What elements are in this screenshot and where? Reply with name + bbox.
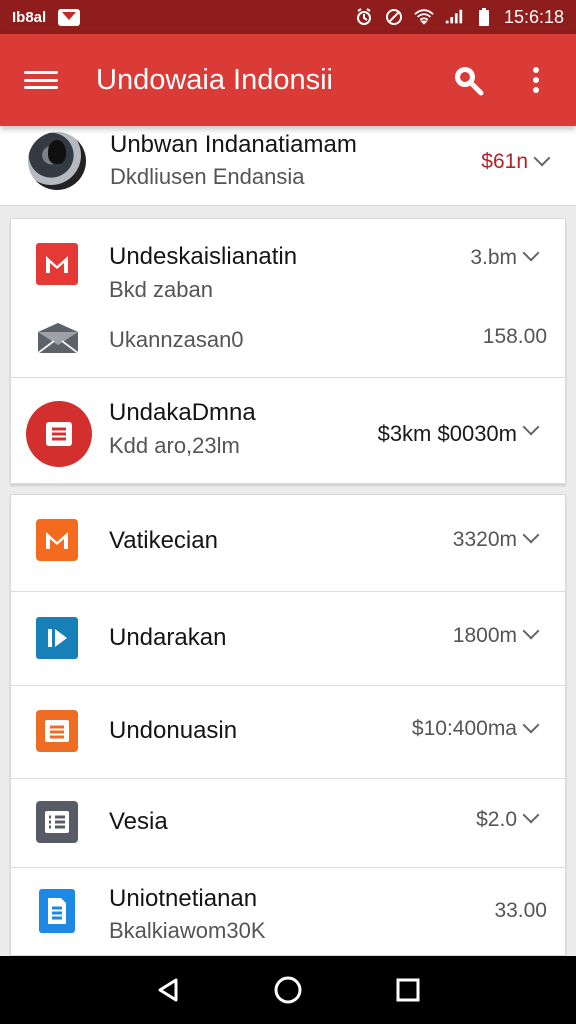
transaction-title: Undeskaislianatin	[109, 243, 298, 270]
do-not-disturb-icon	[384, 7, 404, 27]
account-title: Unbwan Indanatiamam	[110, 131, 357, 158]
gmail-icon	[36, 243, 78, 285]
chevron-down-icon[interactable]	[522, 418, 540, 436]
transaction-title: Undonuasin	[109, 717, 238, 744]
mail-icon	[36, 321, 80, 357]
transaction-amount: $10:400ma	[411, 717, 517, 740]
home-icon[interactable]	[259, 961, 317, 1019]
chevron-down-icon[interactable]	[522, 806, 540, 824]
document-blue-icon	[39, 889, 75, 933]
chevron-down-icon[interactable]	[522, 716, 540, 734]
carrier-label: Ib8al	[12, 8, 47, 26]
transaction-title: UndakaDmna	[109, 399, 256, 426]
transaction-amount: 33.00	[494, 899, 547, 922]
transaction-amount: 158.00	[482, 325, 547, 348]
transaction-title: Uniotnetianan	[109, 885, 258, 912]
clock: 15:6:18	[503, 6, 564, 27]
more-options-icon[interactable]	[514, 58, 558, 102]
transaction-title: Undarakan	[109, 624, 227, 651]
back-icon[interactable]	[139, 961, 197, 1019]
app-title: Undowaia Indonsii	[96, 63, 333, 96]
transaction-amount: 1800m	[452, 624, 517, 647]
account-subtitle: Dkdliusen Endansia	[110, 164, 305, 189]
chevron-down-icon[interactable]	[522, 244, 540, 262]
account-summary-row[interactable]: Unbwan Indanatiamam Dkdliusen Endansia $…	[0, 126, 576, 206]
gmail-notification-icon	[58, 8, 81, 26]
transaction-subtitle: Bkalkiawom30K	[109, 918, 266, 943]
status-right: 15:6:18	[354, 7, 564, 28]
search-icon[interactable]	[446, 58, 490, 102]
wifi-icon	[414, 7, 434, 27]
avatar	[28, 132, 86, 190]
list-icon	[36, 801, 78, 843]
status-left: Ib8al	[12, 8, 81, 26]
transaction-amount: 3.bm	[470, 246, 517, 269]
app-bar: Undowaia Indonsii	[0, 34, 576, 126]
row-divider	[11, 591, 565, 592]
account-amount: $61n	[481, 150, 528, 173]
row-divider	[11, 377, 565, 378]
battery-icon	[474, 7, 494, 27]
play-icon	[36, 617, 78, 659]
notes-icon	[36, 710, 78, 752]
transaction-amount: $3km $0030m	[377, 421, 517, 446]
status-bar: Ib8al 15:6:18	[0, 0, 576, 34]
hamburger-menu-icon[interactable]	[24, 65, 58, 95]
recents-icon[interactable]	[379, 961, 437, 1019]
transactions-card-1: Undeskaislianatin Bkd zaban 3.bm Ukannza…	[10, 218, 566, 484]
messages-icon	[36, 519, 78, 561]
transaction-amount: 3320m	[452, 528, 517, 551]
transaction-subtitle: Kdd aro,23lm	[109, 433, 240, 458]
row-divider	[11, 867, 565, 868]
row-divider	[11, 685, 565, 686]
transaction-amount: $2.0	[476, 808, 517, 831]
navigation-bar	[0, 956, 576, 1024]
chevron-down-icon[interactable]	[533, 149, 551, 167]
chevron-down-icon[interactable]	[522, 526, 540, 544]
transactions-card-2: Vatikecian 3320m Undarakan 1800m Undonua…	[10, 494, 566, 956]
transaction-title: Vesia	[109, 808, 168, 835]
alarm-icon	[354, 7, 374, 27]
signal-icon	[444, 7, 464, 27]
transaction-subtitle: Bkd zaban	[109, 277, 213, 302]
chevron-down-icon[interactable]	[522, 622, 540, 640]
app-actions	[446, 58, 558, 102]
document-icon	[26, 401, 92, 467]
row-divider	[11, 778, 565, 779]
transaction-title: Ukannzasan0	[109, 327, 244, 352]
transaction-title: Vatikecian	[109, 527, 218, 554]
